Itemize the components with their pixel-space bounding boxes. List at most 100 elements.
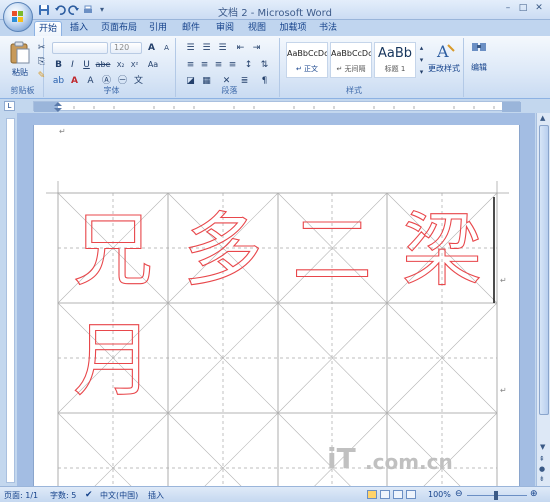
format-painter-icon[interactable]: ✎ xyxy=(35,70,48,82)
full-screen-view-icon[interactable] xyxy=(380,490,390,499)
watermark-it: iT xyxy=(327,442,356,475)
italic-button[interactable]: I xyxy=(66,59,79,71)
underline-button[interactable]: U xyxy=(80,59,93,71)
font-name-combo[interactable] xyxy=(52,42,108,54)
multilevel-list-icon[interactable]: ☰ xyxy=(216,42,229,54)
proofing-icon[interactable]: ✔ xyxy=(85,490,93,500)
tab-review[interactable]: 审阅 xyxy=(212,21,238,36)
horizontal-ruler[interactable] xyxy=(33,101,521,112)
bullets-icon[interactable]: ☰ xyxy=(184,42,197,54)
tab-insert[interactable]: 插入 xyxy=(66,21,92,36)
scroll-up-icon[interactable]: ▲ xyxy=(540,114,545,122)
change-case-button[interactable]: Aa xyxy=(144,59,162,71)
grow-font-button[interactable]: A xyxy=(145,42,158,54)
language-indicator[interactable]: 中文(中国) xyxy=(100,490,138,501)
font-group: 120 A A B I U abe X₂ X² Aa ab A A Ⓐ ㊀ 文 … xyxy=(48,38,176,97)
scroll-down-icon[interactable]: ▼ xyxy=(540,443,545,451)
ribbon-tabs: 开始 插入 页面布局 引用 邮件 审阅 视图 加载项 书法 xyxy=(0,20,550,36)
tab-page-layout[interactable]: 页面布局 xyxy=(99,21,139,36)
maximize-button[interactable]: □ xyxy=(515,3,531,15)
style-heading1-name: 标题 1 xyxy=(384,65,406,73)
zoom-in-icon[interactable]: ⊕ xyxy=(530,489,538,499)
char-cell-2[interactable]: 多 xyxy=(182,203,263,297)
paragraph-group: ☰ ☰ ☰ ⇤ ⇥ ≡ ≡ ≡ ≡ ↕ ⇅ ◪ ▦ ✕ ≣ ¶ 段落 xyxy=(180,38,280,97)
align-right-icon[interactable]: ≡ xyxy=(212,59,225,71)
cut-icon[interactable]: ✂ xyxy=(35,42,48,54)
tab-view[interactable]: 视图 xyxy=(244,21,270,36)
align-center-icon[interactable]: ≡ xyxy=(198,59,211,71)
zoom-level[interactable]: 100% xyxy=(428,490,451,499)
tab-home[interactable]: 开始 xyxy=(34,21,62,36)
style-normal-sample: AaBbCcDc xyxy=(287,49,327,58)
select-browse-object-icon[interactable]: ● xyxy=(539,465,545,473)
change-styles-icon[interactable]: A xyxy=(434,41,456,61)
scroll-thumb[interactable] xyxy=(539,125,549,415)
styles-scroll-up-icon[interactable]: ▴ xyxy=(417,42,426,54)
close-button[interactable]: ✕ xyxy=(531,3,547,15)
page-count[interactable]: 页面: 1/1 xyxy=(4,490,38,501)
office-logo-icon xyxy=(12,11,23,22)
insert-mode[interactable]: 插入 xyxy=(148,490,164,501)
status-bar: 页面: 1/1 字数: 5 ✔ 中文(中国) 插入 100% ⊖ ⊕ xyxy=(0,486,550,502)
paste-label[interactable]: 粘贴 xyxy=(6,67,34,78)
vertical-scrollbar[interactable]: ▲ ▼ ⇞ ● ⇟ xyxy=(536,113,550,486)
next-page-icon[interactable]: ⇟ xyxy=(539,475,545,483)
copy-icon[interactable]: ⎘ xyxy=(35,56,48,68)
prev-page-icon[interactable]: ⇞ xyxy=(539,455,545,463)
numbering-icon[interactable]: ☰ xyxy=(200,42,213,54)
char-cell-5[interactable]: 月 xyxy=(72,313,153,407)
print-layout-view-icon[interactable] xyxy=(367,490,377,499)
vertical-ruler[interactable] xyxy=(6,118,15,483)
shrink-font-button[interactable]: A xyxy=(160,42,173,54)
strikethrough-button[interactable]: abe xyxy=(94,59,112,71)
title-bar: ▾ 文档 2 - Microsoft Word – □ ✕ xyxy=(0,0,550,32)
char-cell-3[interactable]: 二 xyxy=(291,203,372,297)
outline-view-icon[interactable] xyxy=(406,490,416,499)
styles-group-label: 样式 xyxy=(346,86,362,95)
style-heading1-sample: AaBb xyxy=(377,46,413,61)
svg-text:A: A xyxy=(436,42,449,61)
sort-icon[interactable]: ⇅ xyxy=(258,59,271,71)
decrease-indent-icon[interactable]: ⇤ xyxy=(234,42,247,54)
paragraph-group-label: 段落 xyxy=(221,86,238,95)
web-layout-view-icon[interactable] xyxy=(393,490,403,499)
watermark-domain: .com.cn xyxy=(365,450,453,474)
document-page[interactable]: ↵ ↵ ↵ 兄 多 二 梁 月 xyxy=(33,125,520,486)
justify-icon[interactable]: ≡ xyxy=(226,59,239,71)
font-size-combo[interactable]: 120 xyxy=(110,42,142,54)
tab-add-ins[interactable]: 加载项 xyxy=(277,21,309,36)
char-cell-1[interactable]: 兄 xyxy=(72,203,153,297)
bold-button[interactable]: B xyxy=(52,59,65,71)
paste-icon[interactable] xyxy=(9,41,31,65)
zoom-out-icon[interactable]: ⊖ xyxy=(455,489,463,499)
minimize-button[interactable]: – xyxy=(500,3,516,15)
clipboard-group: 粘贴 ✂ ⎘ ✎ 剪贴板 xyxy=(2,38,45,97)
zoom-slider-thumb[interactable] xyxy=(494,491,498,500)
editing-label[interactable]: 编辑 xyxy=(466,62,492,73)
style-normal[interactable]: AaBbCcDc ↵ 正文 xyxy=(286,42,328,78)
change-styles-label[interactable]: 更改样式 xyxy=(426,63,462,74)
style-normal-name: ↵ 正文 xyxy=(295,65,319,73)
word-count[interactable]: 字数: 5 xyxy=(50,490,76,501)
office-button[interactable] xyxy=(3,2,33,32)
ribbon: 粘贴 ✂ ⎘ ✎ 剪贴板 120 A A B I U abe X₂ X² Aa … xyxy=(0,36,550,99)
editing-group: 编辑 xyxy=(466,38,492,97)
char-cell-4[interactable]: 梁 xyxy=(401,203,482,297)
styles-scroll-down-icon[interactable]: ▾ xyxy=(417,54,426,66)
styles-more-icon[interactable]: ▾ xyxy=(417,66,426,78)
superscript-button[interactable]: X² xyxy=(128,59,141,71)
tab-calligraphy[interactable]: 书法 xyxy=(315,21,341,36)
font-size-value: 120 xyxy=(114,43,130,52)
tab-mailings[interactable]: 邮件 xyxy=(178,21,204,36)
line-spacing-icon[interactable]: ↕ xyxy=(242,59,255,71)
align-left-icon[interactable]: ≡ xyxy=(184,59,197,71)
style-heading1[interactable]: AaBb 标题 1 xyxy=(374,42,416,78)
subscript-button[interactable]: X₂ xyxy=(114,59,127,71)
calligraphy-grid: ↵ ↵ 兄 多 二 梁 月 xyxy=(46,181,509,486)
find-icon[interactable] xyxy=(470,41,488,57)
increase-indent-icon[interactable]: ⇥ xyxy=(250,42,263,54)
style-no-spacing[interactable]: AaBbCcDc ↵ 无间隔 xyxy=(330,42,372,78)
ruler-ticks xyxy=(34,102,521,112)
tab-selector[interactable]: L xyxy=(4,101,15,111)
tab-references[interactable]: 引用 xyxy=(145,21,171,36)
